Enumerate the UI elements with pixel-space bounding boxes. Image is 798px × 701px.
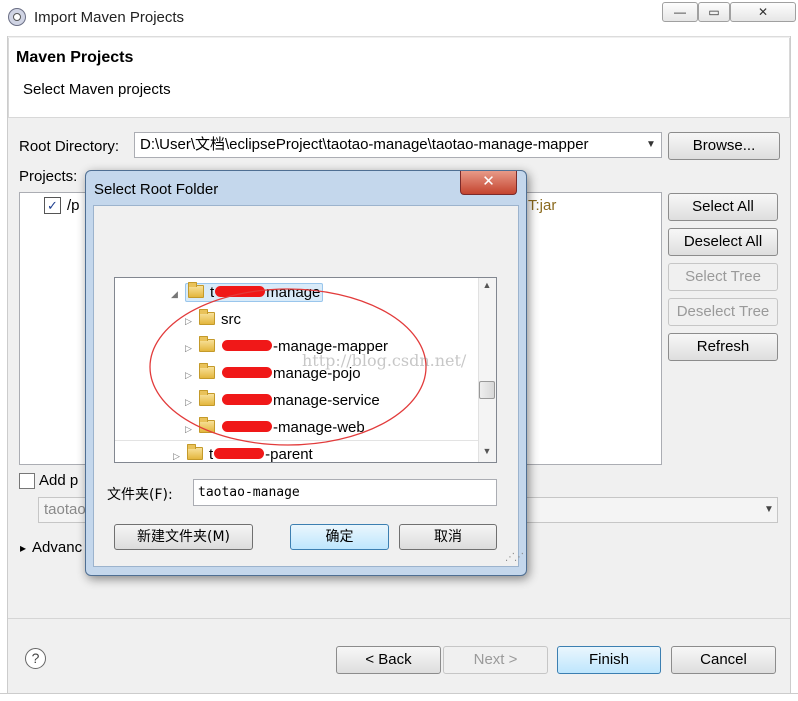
deselect-tree-button[interactable]: Deselect Tree (668, 298, 778, 326)
maximize-button[interactable]: ▭ (698, 2, 730, 22)
tree-item-prefix: t (209, 446, 214, 463)
chevron-down-icon[interactable]: ▼ (640, 132, 662, 158)
window-left-border (0, 36, 8, 701)
scrollbar-thumb[interactable] (479, 381, 495, 399)
window-right-border (790, 36, 798, 701)
projects-label: Projects: (19, 168, 78, 185)
folder-icon (187, 444, 203, 460)
folder-input[interactable]: taotao-manage (193, 479, 497, 506)
project-item-packaging: T:jar (528, 197, 557, 214)
refresh-button[interactable]: Refresh (668, 333, 778, 361)
root-directory-label: Root Directory: (19, 138, 120, 155)
folder-label: 文件夹(F): (107, 487, 173, 503)
project-item-path[interactable]: /p (67, 197, 80, 214)
select-tree-button[interactable]: Select Tree (668, 263, 778, 291)
root-directory-combo[interactable]: D:\User\文档\eclipseProject\taotao-manage\… (134, 132, 662, 158)
chevron-right-icon: ▸ (20, 541, 27, 555)
redaction-mark (214, 448, 265, 459)
project-checkbox[interactable]: ✓ (44, 197, 61, 214)
scroll-up-arrow-icon[interactable]: ▲ (478, 280, 496, 290)
deselect-all-button[interactable]: Deselect All (668, 228, 778, 256)
dialog-cancel-button[interactable]: 取消 (399, 524, 497, 550)
wizard-page-title: Maven Projects (16, 49, 134, 66)
scroll-down-arrow-icon[interactable]: ▼ (478, 446, 496, 456)
resize-grip-icon[interactable]: ⋰⋰ (505, 552, 524, 563)
close-window-button[interactable]: ✕ (730, 2, 796, 22)
window-bottom-border (0, 693, 798, 701)
dialog-close-button[interactable]: ✕ (460, 171, 517, 195)
wizard-page-subtitle: Select Maven projects (23, 81, 171, 98)
help-icon[interactable]: ? (25, 648, 46, 669)
finish-button[interactable]: Finish (557, 646, 661, 674)
ok-button[interactable]: 确定 (290, 524, 389, 550)
minimize-button[interactable]: — (662, 2, 698, 22)
footer-divider (8, 618, 790, 619)
select-all-button[interactable]: Select All (668, 193, 778, 221)
eclipse-app-icon (8, 8, 26, 26)
tree-item-label: -parent (265, 446, 313, 463)
window-title: Import Maven Projects (34, 9, 185, 26)
dialog-title: Select Root Folder (94, 181, 219, 198)
advanced-label: Advanc (32, 539, 83, 556)
advanced-section-toggle[interactable]: ▸ Advanc (20, 539, 82, 556)
back-button[interactable]: < Back (336, 646, 441, 674)
tree-vertical-scrollbar[interactable] (478, 278, 496, 462)
chevron-down-icon[interactable]: ▼ (760, 497, 778, 523)
cancel-button[interactable]: Cancel (671, 646, 776, 674)
add-project-checkbox[interactable] (19, 473, 35, 489)
next-button[interactable]: Next > (443, 646, 548, 674)
browse-button[interactable]: Browse... (668, 132, 780, 160)
watermark-text: http://blog.csdn.net/ (302, 351, 467, 370)
add-project-label: Add p (39, 472, 79, 489)
new-folder-button[interactable]: 新建文件夹(M) (114, 524, 253, 550)
